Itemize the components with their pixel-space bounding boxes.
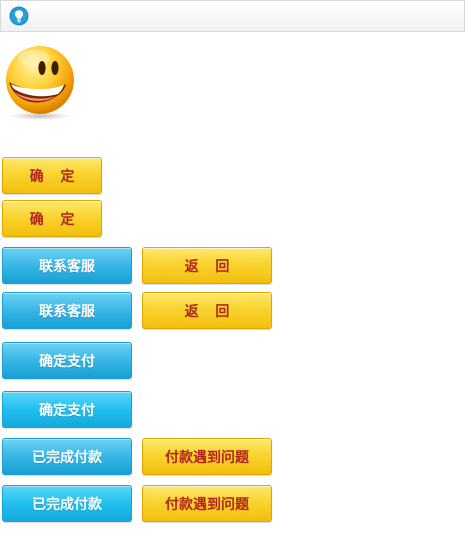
payment-completed-button[interactable]: 已完成付款 xyxy=(2,438,132,475)
confirm-payment-button[interactable]: 确定支付 xyxy=(2,391,132,428)
payment-problem-button[interactable]: 付款遇到问题 xyxy=(142,438,272,475)
back-button[interactable]: 返 回 xyxy=(142,292,272,329)
back-button[interactable]: 返 回 xyxy=(142,247,272,284)
tip-bar xyxy=(0,0,465,32)
confirm-button[interactable]: 确 定 xyxy=(2,200,102,237)
contact-support-button[interactable]: 联系客服 xyxy=(2,292,132,329)
smiley-face-icon xyxy=(6,46,74,120)
page: 确 定 确 定 联系客服 返 回 联系客服 返 回 确定支付 确定支付 已完成付… xyxy=(0,0,465,537)
payment-problem-button[interactable]: 付款遇到问题 xyxy=(142,485,272,522)
lightbulb-icon xyxy=(9,6,29,26)
contact-support-button[interactable]: 联系客服 xyxy=(2,247,132,284)
confirm-payment-button[interactable]: 确定支付 xyxy=(2,342,132,379)
payment-completed-button[interactable]: 已完成付款 xyxy=(2,485,132,522)
confirm-button[interactable]: 确 定 xyxy=(2,157,102,194)
